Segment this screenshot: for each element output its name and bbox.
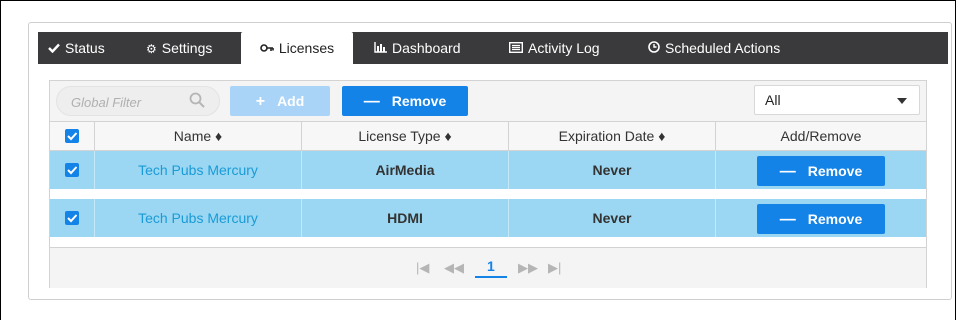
row-select-cell <box>50 151 95 189</box>
minus-icon: — <box>363 93 380 110</box>
window-border-top <box>0 0 956 1</box>
license-type: AirMedia <box>302 151 509 189</box>
table-row[interactable]: Tech Pubs Mercury HDMI Never — Remove <box>50 199 926 238</box>
table-header: Name ♦ License Type ♦ Expiration Date ♦ … <box>50 122 926 151</box>
last-page-icon[interactable]: ▶| <box>548 260 561 276</box>
list-icon <box>508 33 524 65</box>
row-checkbox[interactable] <box>65 211 79 226</box>
row-remove-button[interactable]: — Remove <box>757 204 885 235</box>
tab-bar: Status ⚙ Settings Licenses Dashboard Acti… <box>38 32 948 66</box>
license-name-link[interactable]: Tech Pubs Mercury <box>95 151 302 189</box>
first-page-icon[interactable]: |◀ <box>416 260 429 276</box>
column-header-expiration-date-label: Expiration Date <box>558 128 655 144</box>
tab-licenses-label: Licenses <box>278 40 335 56</box>
licenses-grid: + Add — Remove All Name ♦ License Type ♦ E… <box>49 80 927 288</box>
gear-icon: ⚙ <box>146 42 157 56</box>
minus-icon: — <box>779 163 796 181</box>
search-icon <box>189 92 205 108</box>
tab-status[interactable]: Status <box>48 32 105 64</box>
row-action-cell: — Remove <box>716 199 926 237</box>
add-button[interactable]: + Add <box>230 86 330 116</box>
window-border-left <box>0 0 1 320</box>
chevron-down-icon <box>897 98 907 104</box>
expiration-date: Never <box>509 199 716 237</box>
select-all-checkbox[interactable] <box>65 129 79 144</box>
remove-button-label: Remove <box>391 93 447 109</box>
column-header-license-type[interactable]: License Type ♦ <box>302 122 509 150</box>
column-header-add-remove-label: Add/Remove <box>780 128 862 144</box>
tab-scheduled-actions-label: Scheduled Actions <box>665 40 781 56</box>
current-page[interactable]: 1 <box>475 258 507 278</box>
row-remove-label: Remove <box>807 211 863 228</box>
add-button-label: Add <box>277 93 305 109</box>
tab-status-label: Status <box>65 40 105 56</box>
license-name-link[interactable]: Tech Pubs Mercury <box>95 199 302 237</box>
tab-activity-log[interactable]: Activity Log <box>508 32 600 65</box>
pagination: |◀ ◀◀ 1 ▶▶ ▶| <box>50 247 926 288</box>
tab-scheduled-actions[interactable]: Scheduled Actions <box>648 32 780 64</box>
key-icon <box>260 33 274 65</box>
row-remove-button[interactable]: — Remove <box>757 156 885 187</box>
global-filter-input[interactable] <box>69 91 191 113</box>
tab-activity-log-label: Activity Log <box>528 40 600 56</box>
row-remove-label: Remove <box>807 163 863 180</box>
select-all-cell <box>50 122 95 150</box>
row-action-cell: — Remove <box>716 151 926 189</box>
table-row[interactable]: Tech Pubs Mercury AirMedia Never — Remove <box>50 151 926 190</box>
clock-icon <box>648 33 660 65</box>
next-page-icon[interactable]: ▶▶ <box>518 260 538 276</box>
column-header-name-label: Name <box>173 128 212 144</box>
tab-settings[interactable]: ⚙ Settings <box>146 32 212 64</box>
tab-dashboard[interactable]: Dashboard <box>374 32 461 64</box>
plus-icon: + <box>255 93 266 110</box>
sort-icon: ♦ <box>215 128 223 144</box>
tab-dashboard-label: Dashboard <box>392 40 461 56</box>
column-header-expiration-date[interactable]: Expiration Date ♦ <box>509 122 716 150</box>
remove-button[interactable]: — Remove <box>342 86 468 116</box>
filter-select[interactable]: All <box>754 85 920 115</box>
row-select-cell <box>50 199 95 237</box>
checkmark-icon <box>48 33 60 65</box>
column-header-name[interactable]: Name ♦ <box>95 122 302 150</box>
sort-icon: ♦ <box>444 128 452 144</box>
grid-toolbar: + Add — Remove All <box>50 81 926 122</box>
column-header-license-type-label: License Type <box>358 128 441 144</box>
filter-select-value: All <box>765 92 781 108</box>
row-checkbox[interactable] <box>65 163 79 178</box>
previous-page-icon[interactable]: ◀◀ <box>444 260 464 276</box>
license-type: HDMI <box>302 199 509 237</box>
tab-settings-label: Settings <box>161 40 213 56</box>
tab-licenses[interactable]: Licenses <box>241 32 353 66</box>
column-header-add-remove: Add/Remove <box>716 122 926 150</box>
global-filter[interactable] <box>56 86 220 116</box>
minus-icon: — <box>779 211 796 229</box>
bar-chart-icon <box>374 33 387 65</box>
sort-icon: ♦ <box>658 128 666 144</box>
expiration-date: Never <box>509 151 716 189</box>
